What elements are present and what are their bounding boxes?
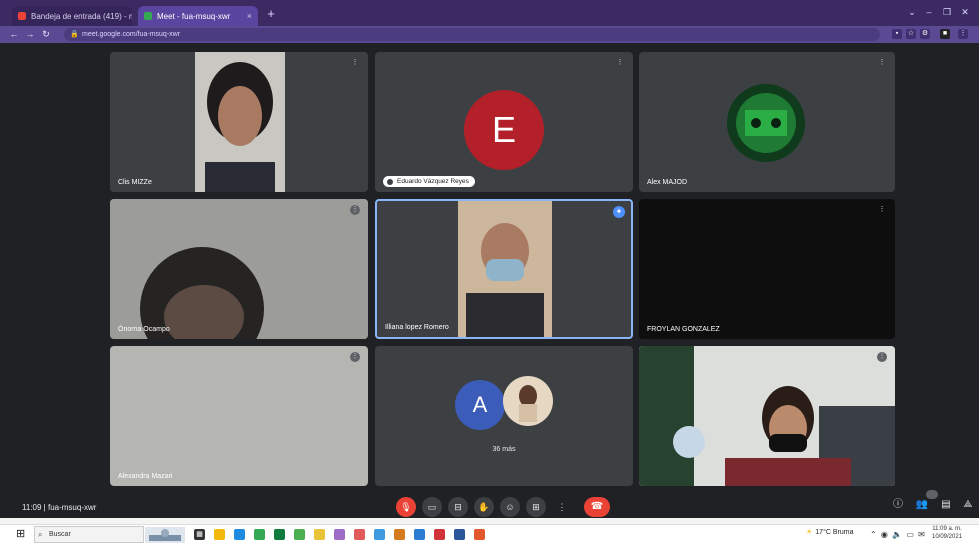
participant-tile[interactable]: Alexandra Mazari ⋮ [110,346,368,486]
file-explorer-icon[interactable] [214,529,225,540]
participant-name: Eduardo Vázquez Reyes [383,176,475,187]
participant-tile-pinned[interactable]: Illiana lopez Romero ✦ [375,199,633,339]
microphone-off-button[interactable]: 🎙 [396,497,416,517]
reactions-button[interactable]: ☺ [500,497,520,517]
participant-name: Ónorna Ocampo [118,326,170,333]
system-tray-icons[interactable]: ⌃ ◉ 🔈 ▭ ✉ [870,530,926,539]
captions-button[interactable]: ⊟ [448,497,468,517]
app-icon[interactable] [314,529,325,540]
avatar [503,376,553,426]
more-options-icon[interactable]: ⋮ [877,352,887,362]
participant-name: Clis MIZZe [118,179,152,186]
reload-button[interactable]: ↻ [40,28,52,40]
chevron-down-icon[interactable]: ⌄ [905,6,919,18]
participant-tile[interactable]: ⋮ [639,346,895,486]
windows-start-icon[interactable]: ⊞ [16,529,27,540]
participant-name: Alexandra Mazari [118,473,173,480]
minimize-button[interactable]: – [922,6,936,18]
meeting-clock: 11:09 | fua-msuq-xwr [22,503,97,512]
more-options-icon[interactable]: ⋮ [877,205,887,215]
camera-button[interactable]: ▭ [422,497,442,517]
more-participants-count: 36 más [492,446,516,453]
search-icon: ⌕ [38,530,43,539]
meet-icon [144,12,152,20]
bookmark-star-icon[interactable]: ☆ [906,29,916,39]
participant-name: Illiana lopez Romero [385,324,449,331]
participant-video [639,346,895,486]
participant-tile[interactable]: E Eduardo Vázquez Reyes ⋮ [375,52,633,192]
more-options-icon[interactable]: ⋮ [350,205,360,215]
close-tab-icon[interactable]: × [247,11,252,21]
chrome-icon[interactable] [254,529,265,540]
participant-tile[interactable]: FROYLAN GONZALEZ ⋮ [639,199,895,339]
app-icon[interactable] [294,529,305,540]
participant-name: FROYLAN GONZALEZ [647,326,720,333]
chat-icon[interactable]: ▤ [938,497,954,513]
browser-tab-gmail[interactable]: Bandeja de entrada (419) - meyenn@inoQe … [12,6,132,26]
system-clock[interactable]: 11:09 a. m. 10/09/2021 [932,525,962,541]
gmail-icon [18,12,26,20]
profile-icon[interactable]: ■ [940,29,950,39]
app-icon[interactable] [414,529,425,540]
app-icon[interactable] [334,529,345,540]
forward-button[interactable]: → [24,28,36,40]
pin-icon[interactable]: ✦ [613,206,625,218]
taskbar-search[interactable]: ⌕ Buscar [34,526,144,543]
browser-tab-meet[interactable]: Meet - fua-msuq-xwr × [138,6,258,26]
back-button[interactable]: ← [8,28,20,40]
task-view-icon[interactable]: ▦ [194,529,205,540]
word-icon[interactable] [454,529,465,540]
participant-video [110,199,368,339]
avatar: A [455,380,505,430]
app-icon[interactable] [354,529,365,540]
more-participants-tile[interactable]: A 36 más [375,346,633,486]
lock-icon: 🔒 [70,31,79,38]
browser-menu-icon[interactable]: ⋮ [958,29,968,39]
app-icon[interactable] [474,529,485,540]
more-options-icon[interactable]: ⋮ [350,352,360,362]
store-icon[interactable] [234,529,245,540]
avatar [727,84,805,162]
participant-tile[interactable]: Alex MAJOD ⋮ [639,52,895,192]
participant-video [195,52,285,192]
activities-icon[interactable]: ⟁ [960,497,976,513]
meeting-details-icon[interactable]: ⓘ [890,497,906,513]
new-tab-button[interactable]: + [264,7,278,21]
cortana-image[interactable] [145,527,185,543]
leave-call-button[interactable]: ☎ [584,497,610,517]
avatar: E [464,90,544,170]
system-time: 11:09 a. m. [932,526,962,532]
present-screen-button[interactable]: ⊞ [526,497,546,517]
more-options-icon[interactable]: ⋮ [877,58,887,68]
participant-video [458,201,552,337]
participant-name: Alex MAJOD [647,179,688,186]
app-icon[interactable] [394,529,405,540]
app-icon[interactable] [374,529,385,540]
people-count-badge [926,490,938,499]
weather-text: 17°C Bruma [815,528,854,536]
system-date: 10/09/2021 [932,534,963,540]
address-bar[interactable]: 🔒 meet.google.com/fua-msuq-xwr [64,28,880,41]
tab-label: Meet - fua-msuq-xwr [157,11,231,21]
weather-widget[interactable]: ☀ 17°C Bruma [806,528,854,537]
app-icon[interactable] [434,529,445,540]
extensions-icon[interactable]: ⚙ [920,29,930,39]
weather-icon: ☀ [806,529,813,536]
camera-indicator-icon[interactable]: ▪ [892,29,902,39]
participant-tile[interactable]: Clis MIZZe ⋮ [110,52,368,192]
people-icon[interactable]: 👥 [914,497,930,513]
search-placeholder: Buscar [49,531,71,538]
maximize-button[interactable]: ❐ [940,6,954,18]
more-options-icon[interactable]: ⋮ [615,58,625,68]
participant-tile[interactable]: Ónorna Ocampo ⋮ [110,199,368,339]
tab-label: Bandeja de entrada (419) - meyenn@inoQe [31,11,132,21]
raise-hand-button[interactable]: ✋ [474,497,494,517]
close-window-button[interactable]: ✕ [958,6,972,18]
more-options-button[interactable]: ⋮ [552,497,572,517]
url-text: meet.google.com/fua-msuq-xwr [82,31,181,38]
meeting-code: fua-msuq-xwr [47,503,97,512]
more-options-icon[interactable]: ⋮ [350,58,360,68]
excel-icon[interactable] [274,529,285,540]
